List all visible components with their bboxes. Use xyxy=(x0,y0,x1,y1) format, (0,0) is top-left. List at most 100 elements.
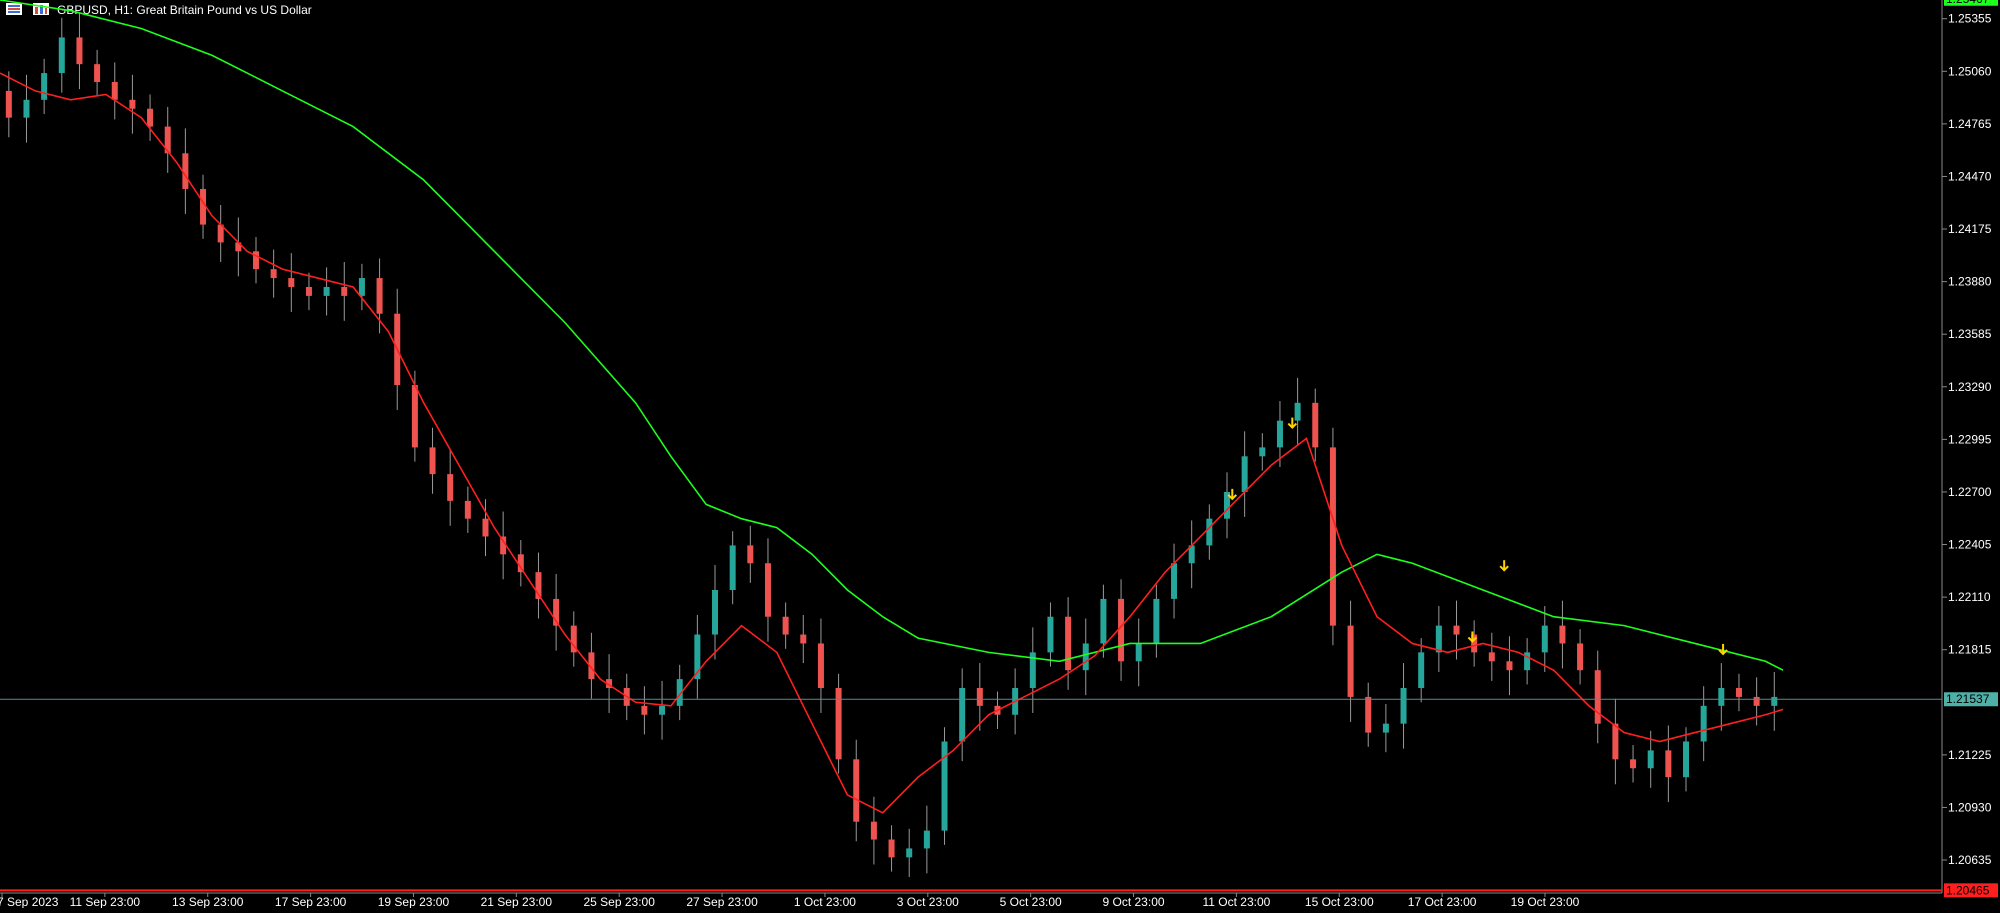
candle-body xyxy=(800,634,807,644)
candle-body xyxy=(323,286,330,296)
candle-body xyxy=(1771,696,1778,706)
candle-body xyxy=(764,563,771,617)
candle-body xyxy=(358,278,365,296)
candle-body xyxy=(906,848,913,858)
candle-body xyxy=(288,278,295,287)
candle-body xyxy=(305,286,312,296)
candle-body xyxy=(1718,688,1725,706)
candle-body xyxy=(1100,598,1107,644)
candle-body xyxy=(729,545,736,590)
candle-body xyxy=(1065,616,1072,671)
candle-body xyxy=(1206,518,1213,546)
candle-body xyxy=(1365,696,1372,733)
candle-body xyxy=(1118,598,1125,662)
chart-title: GBPUSD, H1: Great Britain Pound vs US Do… xyxy=(57,3,312,17)
candle-body xyxy=(447,474,454,501)
candle-body xyxy=(1541,625,1548,653)
candle-body xyxy=(1683,741,1690,778)
app-menu-icon[interactable] xyxy=(6,3,22,15)
candle-body xyxy=(411,385,418,448)
y-tick-label: 1.21225 xyxy=(1948,748,1992,762)
candle-body xyxy=(1259,447,1266,457)
candle-body xyxy=(341,286,348,296)
candle-body xyxy=(1435,625,1442,653)
resistance-level-price-label: 1.25467 xyxy=(1946,0,1990,6)
candle-body xyxy=(1753,696,1760,706)
candle-body xyxy=(1612,723,1619,760)
candle-body xyxy=(429,447,436,475)
y-tick-label: 1.22405 xyxy=(1948,538,1992,552)
price-chart: GBPUSD, H1: Great Britain Pound vs US Do… xyxy=(0,0,1998,909)
candle-body xyxy=(41,73,48,100)
candle-body xyxy=(1630,759,1637,769)
candle-body xyxy=(1735,688,1742,697)
chart-root: GBPUSD, H1: Great Britain Pound vs US Do… xyxy=(0,0,2000,909)
candle-body xyxy=(817,643,824,689)
candle xyxy=(835,673,842,774)
candle-body xyxy=(23,99,30,118)
candle-body xyxy=(1082,643,1089,671)
y-tick-label: 1.20930 xyxy=(1948,800,1992,814)
candle-body xyxy=(1488,652,1495,662)
candle-body xyxy=(1418,652,1425,689)
candle xyxy=(941,727,948,845)
y-tick-label: 1.23585 xyxy=(1948,327,1992,341)
candle-body xyxy=(129,99,136,109)
candle-body xyxy=(923,830,930,849)
y-tick-label: 1.24765 xyxy=(1948,117,1992,131)
candle-body xyxy=(959,688,966,742)
candle xyxy=(1329,427,1336,646)
price-axis: 1.25467 1.21537 1.20465 1.25355 1.25060 1.247… xyxy=(1942,0,1998,898)
candle-body xyxy=(1559,625,1566,644)
candle-body xyxy=(1276,420,1283,448)
y-tick-label: 1.25060 xyxy=(1948,64,1992,78)
candle-body xyxy=(1135,643,1142,662)
candle-body xyxy=(641,705,648,715)
y-tick-label: 1.20635 xyxy=(1948,853,1992,867)
candle-body xyxy=(1329,447,1336,626)
y-tick-label: 1.22995 xyxy=(1948,432,1992,446)
candle-body xyxy=(712,589,719,635)
y-tick-label: 1.24175 xyxy=(1948,222,1992,236)
candle-body xyxy=(888,839,895,858)
candle-body xyxy=(835,688,842,760)
candle-body xyxy=(147,108,154,127)
candle-body xyxy=(111,81,118,100)
y-tick-label: 1.22700 xyxy=(1948,485,1992,499)
candle-body xyxy=(58,37,65,74)
candle-body xyxy=(1241,456,1248,492)
y-tick-label: 1.25355 xyxy=(1948,12,1992,26)
candle-body xyxy=(270,269,277,279)
candle-body xyxy=(1700,705,1707,742)
candle-body xyxy=(464,500,471,519)
candle-body xyxy=(1382,723,1389,733)
candle-body xyxy=(1400,688,1407,724)
candle-body xyxy=(1171,563,1178,599)
support-level-price-label: 1.20465 xyxy=(1946,883,1990,897)
y-tick-label: 1.23290 xyxy=(1948,380,1992,394)
candle-body xyxy=(1577,643,1584,671)
candle-body xyxy=(1647,750,1654,769)
candle-body xyxy=(76,37,83,65)
candle-body xyxy=(5,90,12,118)
candle-body xyxy=(1153,598,1160,644)
current-price-price-label: 1.21537 xyxy=(1946,692,1990,706)
x-tick-label: 7 Sep 2023 xyxy=(0,895,59,908)
candle-body xyxy=(870,821,877,840)
candle-body xyxy=(782,616,789,635)
candle-body xyxy=(659,705,666,715)
y-tick-label: 1.23880 xyxy=(1948,275,1992,289)
candle-body xyxy=(853,759,860,822)
candle-body xyxy=(1665,750,1672,778)
y-tick-label: 1.21815 xyxy=(1948,643,1992,657)
y-tick-label: 1.24470 xyxy=(1948,169,1992,183)
candle-body xyxy=(1594,670,1601,724)
candle-body xyxy=(94,64,101,82)
candle-body xyxy=(976,688,983,706)
candle-body xyxy=(1294,402,1301,421)
candle-body xyxy=(1506,661,1513,671)
candle-body xyxy=(376,278,383,314)
candle-body xyxy=(1453,625,1460,635)
candle-body xyxy=(1312,402,1319,448)
y-tick-label: 1.22110 xyxy=(1948,590,1991,604)
